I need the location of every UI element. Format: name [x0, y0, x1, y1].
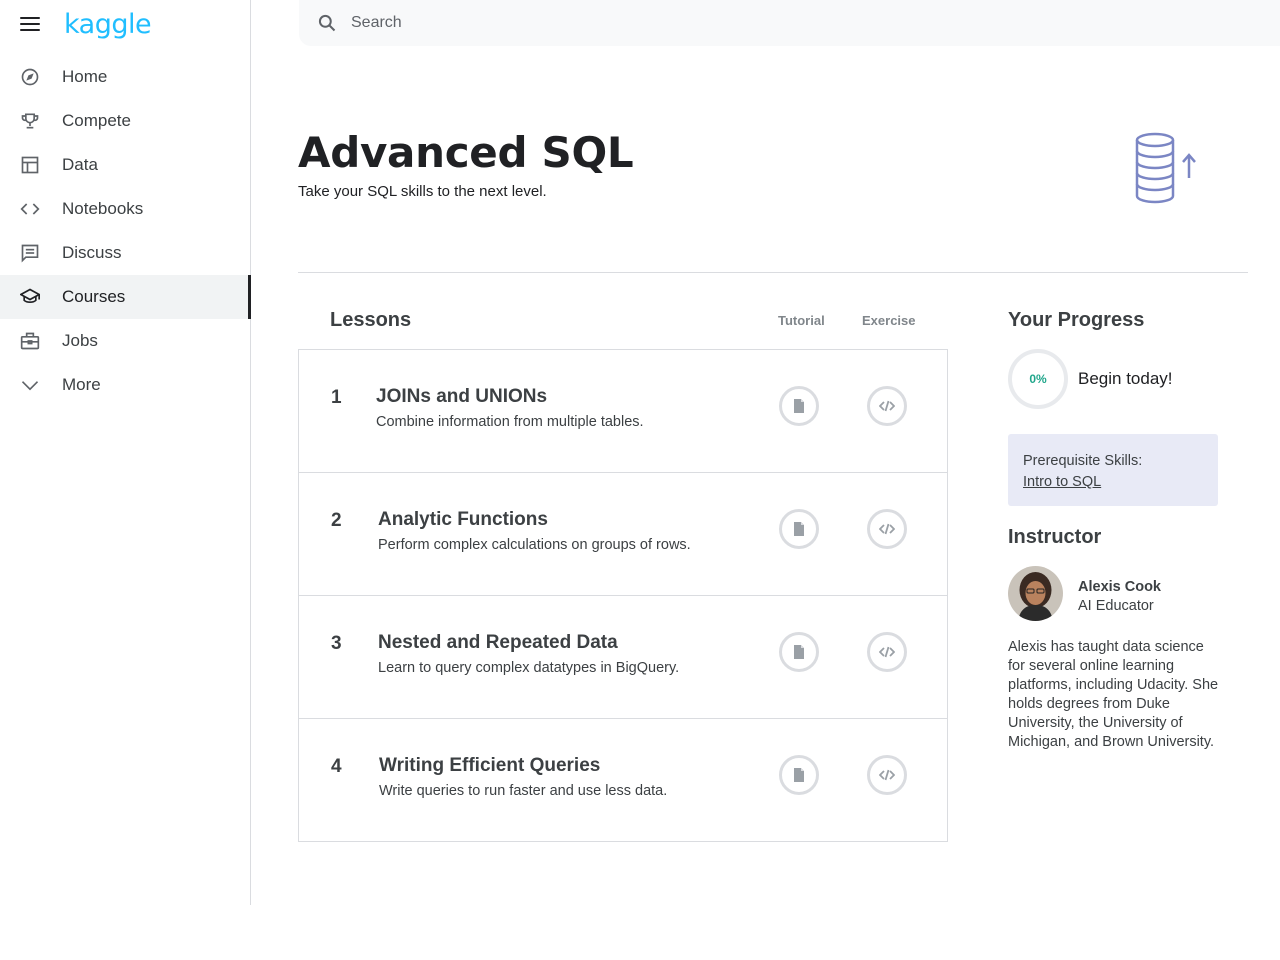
tutorial-button[interactable]: [779, 755, 819, 795]
document-icon: [794, 645, 804, 659]
lesson-description: Perform complex calculations on groups o…: [378, 537, 691, 553]
lesson-number: 3: [331, 633, 342, 654]
exercise-button[interactable]: [867, 509, 907, 549]
sidebar-item-label: More: [62, 375, 101, 394]
sidebar-item-label: Compete: [62, 111, 131, 130]
sidebar-item-label: Jobs: [62, 331, 98, 350]
sidebar-item-label: Courses: [62, 287, 126, 306]
lesson-row[interactable]: 2 Analytic Functions Perform complex cal…: [299, 473, 947, 596]
trophy-icon: [20, 111, 40, 131]
progress-ring: 0%: [1008, 349, 1068, 409]
code-icon: [879, 646, 895, 658]
lesson-description: Write queries to run faster and use less…: [379, 783, 668, 799]
exercise-column-header: Exercise: [862, 313, 916, 328]
lessons-heading: Lessons: [330, 309, 412, 331]
sidebar-nav: Home Compete Data Notebooks Discuss Cour…: [0, 55, 251, 407]
prerequisite-box: Prerequisite Skills: Intro to SQL: [1008, 434, 1218, 506]
compass-icon: [20, 67, 40, 87]
lesson-title[interactable]: Analytic Functions: [378, 509, 548, 531]
tutorial-column-header: Tutorial: [778, 313, 825, 328]
lesson-row[interactable]: 1 JOINs and UNIONs Combine information f…: [299, 350, 947, 473]
lesson-row[interactable]: 3 Nested and Repeated Data Learn to quer…: [299, 596, 947, 719]
lesson-number: 2: [331, 510, 342, 531]
document-icon: [794, 399, 804, 413]
sidebar-item-courses[interactable]: Courses: [0, 275, 251, 319]
sidebar-item-compete[interactable]: Compete: [0, 99, 250, 143]
prerequisite-label: Prerequisite Skills:: [1023, 453, 1143, 469]
progress-text: Begin today!: [1078, 369, 1173, 388]
lesson-number: 1: [331, 387, 342, 408]
search-icon: [317, 13, 337, 33]
sidebar-item-more[interactable]: More: [0, 363, 250, 407]
code-icon: [879, 523, 895, 535]
lesson-number: 4: [331, 756, 342, 777]
instructor-bio: Alexis has taught data science for sever…: [1008, 639, 1219, 750]
page-subtitle: Take your SQL skills to the next level.: [298, 183, 547, 200]
progress-percent: 0%: [1029, 372, 1047, 386]
lesson-description: Learn to query complex datatypes in BigQ…: [378, 660, 680, 676]
sidebar-item-label: Home: [62, 67, 108, 86]
sidebar-item-label: Notebooks: [62, 199, 144, 218]
document-icon: [794, 768, 804, 782]
tutorial-button[interactable]: [779, 386, 819, 426]
avatar[interactable]: [1008, 566, 1063, 621]
lesson-title[interactable]: JOINs and UNIONs: [376, 386, 547, 408]
exercise-button[interactable]: [867, 386, 907, 426]
sidebar-item-label: Data: [62, 155, 98, 174]
chevron-down-icon: [20, 375, 40, 395]
table-icon: [20, 155, 40, 175]
sidebar-item-label: Discuss: [62, 243, 122, 262]
kaggle-logo[interactable]: kaggle: [64, 9, 152, 40]
search-input[interactable]: [351, 14, 951, 32]
comment-icon: [20, 243, 40, 263]
code-icon: [20, 199, 40, 219]
code-icon: [879, 769, 895, 781]
instructor-name[interactable]: Alexis Cook: [1078, 579, 1161, 595]
page-title: Advanced SQL: [298, 128, 634, 177]
lesson-title[interactable]: Nested and Repeated Data: [378, 632, 618, 654]
school-icon: [20, 287, 40, 307]
instructor-role: AI Educator: [1078, 598, 1154, 614]
tutorial-button[interactable]: [779, 632, 819, 672]
lesson-title[interactable]: Writing Efficient Queries: [379, 755, 600, 777]
document-icon: [794, 522, 804, 536]
menu-icon[interactable]: [20, 17, 40, 31]
header-divider: [298, 272, 1248, 273]
sidebar-header: kaggle: [0, 0, 250, 48]
briefcase-icon: [20, 331, 40, 351]
tutorial-button[interactable]: [779, 509, 819, 549]
sidebar-item-discuss[interactable]: Discuss: [0, 231, 250, 275]
exercise-button[interactable]: [867, 632, 907, 672]
progress-heading: Your Progress: [1008, 309, 1145, 331]
sidebar: kaggle Home Compete Data Notebooks Discu…: [0, 0, 251, 905]
sidebar-item-data[interactable]: Data: [0, 143, 250, 187]
database-stack-icon: [1130, 130, 1202, 206]
lesson-description: Combine information from multiple tables…: [376, 414, 644, 430]
instructor-heading: Instructor: [1008, 526, 1102, 548]
prerequisite-link[interactable]: Intro to SQL: [1023, 474, 1101, 490]
lesson-row[interactable]: 4 Writing Efficient Queries Write querie…: [299, 719, 947, 841]
sidebar-item-home[interactable]: Home: [0, 55, 250, 99]
exercise-button[interactable]: [867, 755, 907, 795]
sidebar-item-jobs[interactable]: Jobs: [0, 319, 250, 363]
sidebar-item-notebooks[interactable]: Notebooks: [0, 187, 250, 231]
search-bar[interactable]: [299, 0, 1280, 46]
code-icon: [879, 400, 895, 412]
lessons-list: 1 JOINs and UNIONs Combine information f…: [298, 349, 948, 842]
